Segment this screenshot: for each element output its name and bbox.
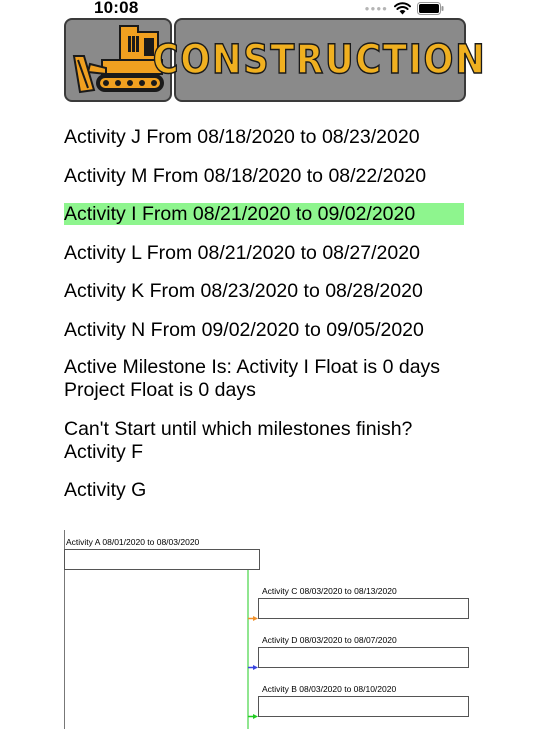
activity-row[interactable]: Activity M From 08/18/2020 to 08/22/2020 — [64, 159, 464, 198]
status-time: 10:08 — [94, 0, 139, 17]
header-banner: CONSTRUCTION — [64, 18, 486, 104]
gantt-label-a: Activity A 08/01/2020 to 08/03/2020 — [66, 537, 200, 547]
gantt-chart: Activity A 08/01/2020 to 08/03/2020 Acti… — [0, 530, 536, 729]
arrow-b-icon — [253, 714, 258, 719]
predecessor-item: Activity F — [64, 440, 144, 463]
predecessor-section: Can't Start until which milestones finis… — [64, 418, 412, 502]
gantt-bar-a — [64, 549, 260, 570]
arrow-d-icon — [253, 665, 258, 670]
activity-row[interactable]: Activity J From 08/18/2020 to 08/23/2020 — [64, 120, 464, 159]
signal-dots-icon: ●●●● — [364, 3, 388, 13]
activity-list: Activity J From 08/18/2020 to 08/23/2020… — [64, 120, 464, 351]
activity-text: Activity L From 08/21/2020 to 08/27/2020 — [64, 241, 420, 264]
activity-text: Activity J From 08/18/2020 to 08/23/2020 — [64, 126, 420, 148]
predecessor-item: Activity G — [64, 479, 147, 501]
app-title: CONSTRUCTION — [152, 36, 487, 84]
milestone-info: Active Milestone Is: Activity I Float is… — [64, 356, 440, 401]
active-milestone-text: Active Milestone Is: Activity I Float is… — [64, 356, 441, 378]
gantt-bar-d — [258, 647, 469, 668]
activity-text: Activity K From 08/23/2020 to 08/28/2020 — [64, 280, 423, 302]
activity-text: Activity M From 08/18/2020 to 08/22/2020 — [64, 164, 427, 187]
activity-row[interactable]: Activity K From 08/23/2020 to 08/28/2020 — [64, 274, 464, 313]
gantt-label-d: Activity D 08/03/2020 to 08/07/2020 — [262, 635, 397, 645]
arrow-c-icon — [253, 616, 258, 621]
project-float-text: Project Float is 0 days — [64, 378, 256, 401]
predecessor-question: Can't Start until which milestones finis… — [64, 418, 413, 440]
gantt-label-c: Activity C 08/03/2020 to 08/13/2020 — [262, 586, 397, 596]
activity-row[interactable]: Activity N From 09/02/2020 to 09/05/2020 — [64, 313, 464, 352]
gantt-bar-c — [258, 598, 469, 619]
title-banner: CONSTRUCTION — [152, 18, 486, 102]
status-bar: 10:08 ●●●● — [0, 0, 536, 18]
activity-row-highlighted[interactable]: Activity I From 08/21/2020 to 09/02/2020 — [64, 197, 464, 236]
battery-icon — [417, 1, 444, 15]
gantt-lines — [64, 530, 469, 729]
wifi-icon — [394, 1, 411, 14]
status-icons: ●●●● — [365, 0, 444, 16]
gantt-bar-b — [258, 696, 469, 717]
activity-text: Activity I From 08/21/2020 to 09/02/2020 — [64, 203, 464, 225]
gantt-label-b: Activity B 08/03/2020 to 08/10/2020 — [262, 684, 397, 694]
activity-text: Activity N From 09/02/2020 to 09/05/2020 — [64, 318, 424, 341]
activity-row[interactable]: Activity L From 08/21/2020 to 08/27/2020 — [64, 236, 464, 275]
